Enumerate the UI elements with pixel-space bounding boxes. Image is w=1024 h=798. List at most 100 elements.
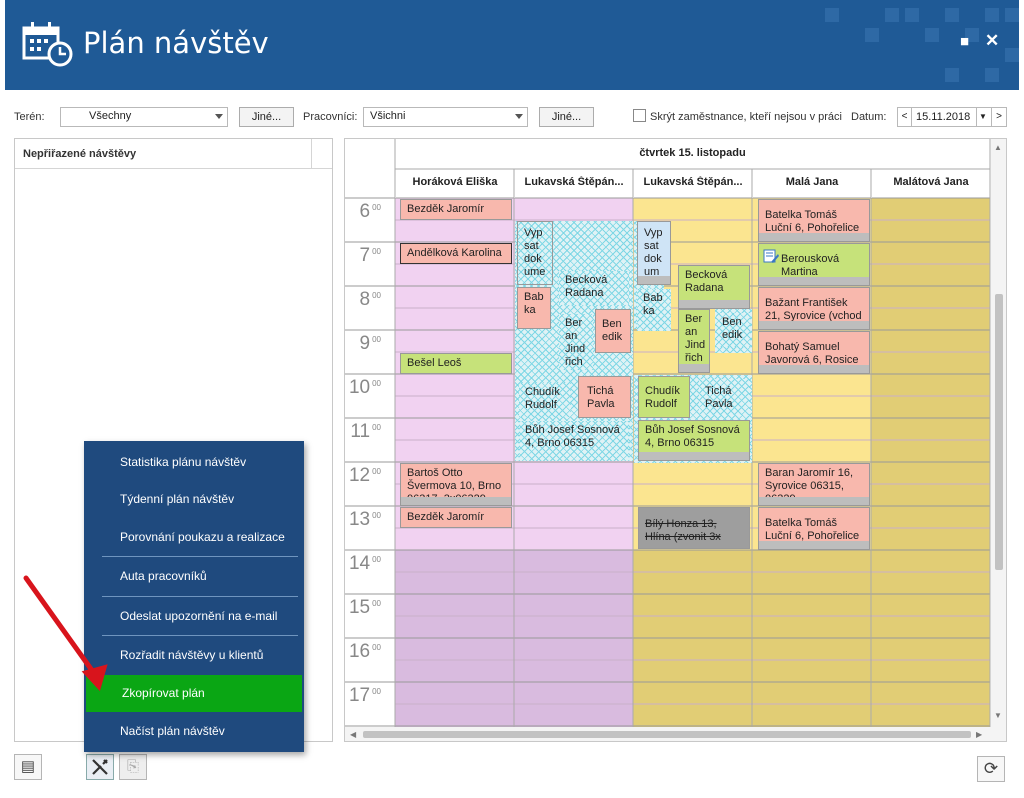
appointment-text: Ber an Jind řich — [685, 313, 706, 364]
appointment[interactable]: Chudík Rudolf — [519, 383, 571, 417]
menu-separator — [102, 635, 298, 636]
date-value: 15.11.2018 — [916, 111, 971, 123]
menu-item-nacist[interactable]: Načíst plán návštěv — [84, 713, 304, 749]
appointment[interactable]: Ber an Jind řich — [678, 309, 710, 373]
appointment[interactable]: Batelka Tomáš Luční 6, Pohořelice — [758, 199, 870, 242]
hour-label: 7 00 — [345, 245, 381, 267]
appointment[interactable]: Bezděk Jaromír — [400, 199, 512, 220]
appointment[interactable]: Chudík Rudolf — [638, 376, 690, 418]
appointment[interactable]: Bůh Josef Sosnová 4, Brno 06315 — [638, 420, 750, 461]
appointment[interactable]: Bartoš Otto Švermova 10, Brno 06317, 3x0… — [400, 463, 512, 506]
appointment[interactable]: Ben edik — [595, 309, 631, 353]
column-header[interactable]: Horáková Eliška — [395, 176, 514, 198]
scroll-thumb-h[interactable] — [363, 731, 971, 738]
menu-item-zkopirovat[interactable]: Zkopírovat plán — [86, 675, 302, 712]
menu-item-tydenni-plan[interactable]: Týdenní plán návštěv — [84, 481, 304, 517]
arrow-annotation — [23, 575, 108, 692]
scroll-left-icon[interactable]: ◀ — [350, 730, 356, 739]
appointment[interactable]: Becková Radana — [678, 265, 750, 309]
tools-icon-svg — [92, 759, 108, 775]
appointment[interactable]: Andělková Karolina — [400, 243, 512, 264]
appointment[interactable]: Bab ka — [517, 287, 551, 329]
title-bar: Plán návštěv ■ ✕ — [5, 0, 1019, 90]
column-header[interactable]: Lukavská Štěpán... — [633, 176, 752, 198]
date-picker[interactable]: < 15.11.2018 ▼ > — [897, 107, 1007, 127]
hour-label: 14 00 — [345, 553, 381, 575]
hour-value: 16 — [348, 641, 371, 662]
appointment[interactable]: Bažant František 21, Syrovice (vchod — [758, 287, 870, 330]
minute-value: 00 — [372, 555, 381, 564]
scroll-down-icon[interactable]: ▼ — [994, 711, 1002, 720]
chevron-down-icon — [515, 114, 523, 119]
column-header[interactable]: Lukavská Štěpán... — [514, 176, 633, 198]
appointment[interactable]: Tichá Pavla — [578, 376, 631, 418]
minute-value: 00 — [372, 599, 381, 608]
unassigned-visits-header: Nepřiřazené návštěvy — [15, 139, 332, 169]
hide-employees-label: Skrýt zaměstnance, kteří nejsou v práci — [650, 111, 842, 123]
hour-value: 15 — [348, 597, 371, 618]
teren-other-button[interactable]: Jiné... — [239, 107, 294, 127]
appointment[interactable]: Bešel Leoš — [400, 353, 512, 374]
unassigned-visits-title: Nepřiřazené návštěvy — [23, 148, 137, 160]
vertical-scrollbar[interactable]: ▲ ▼ — [991, 139, 1006, 741]
appointment[interactable]: Bab ka — [637, 289, 671, 331]
scroll-up-icon[interactable]: ▲ — [994, 143, 1002, 152]
appointment-text: Bažant František 21, Syrovice (vchod — [765, 297, 862, 322]
appointment[interactable]: Tichá Pavla — [699, 379, 749, 415]
maximize-icon[interactable]: ■ — [960, 33, 969, 50]
hour-label: 10 00 — [345, 377, 381, 399]
scroll-right-icon[interactable]: ▶ — [976, 730, 982, 739]
column-header[interactable]: Malátová Jana — [871, 176, 990, 198]
hour-label: 11 00 — [345, 421, 381, 443]
appointment[interactable]: Ber an Jind řich — [559, 314, 593, 370]
calendar-grid[interactable]: čtvrtek 15. listopadu Horáková Eliška Lu… — [344, 138, 1007, 742]
hour-value: 17 — [348, 685, 371, 706]
calendar-clock-icon — [22, 22, 73, 67]
menu-item-porovnani[interactable]: Porovnání poukazu a realizace — [84, 519, 304, 555]
pracovnici-other-button[interactable]: Jiné... — [539, 107, 594, 127]
hour-label: 12 00 — [345, 465, 381, 487]
close-icon[interactable]: ✕ — [985, 31, 999, 51]
chevron-down-icon — [215, 114, 223, 119]
hour-label: 13 00 — [345, 509, 381, 531]
appointment[interactable]: Baran Jaromír 16, Syrovice 06315, 06329 — [758, 463, 870, 506]
appointment[interactable]: Vyp sat dok um — [637, 221, 671, 285]
appointment-text: Batelka Tomáš Luční 6, Pohořelice — [765, 517, 860, 542]
appointment-text: Vyp sat dok um — [644, 227, 663, 278]
hour-label: 17 00 — [345, 685, 381, 707]
hour-value: 11 — [350, 421, 371, 442]
appointment[interactable]: Berousková Martina — [758, 243, 870, 286]
scroll-thumb[interactable] — [995, 294, 1003, 570]
hide-employees-checkbox[interactable] — [633, 109, 646, 122]
hour-value: 9 — [359, 333, 371, 354]
appointment[interactable]: Vyp sat dok ume — [517, 221, 553, 285]
date-dropdown-icon[interactable]: ▼ — [976, 108, 989, 126]
refresh-icon[interactable]: ⟳ — [977, 756, 1005, 782]
minute-value: 00 — [372, 511, 381, 520]
tools-icon[interactable] — [86, 754, 114, 780]
minute-value: 00 — [372, 203, 381, 212]
appointment[interactable]: Bílý Honza 13, Hlína (zvonit 3x — [638, 507, 750, 549]
teren-label: Terén: — [14, 111, 45, 123]
menu-item-statistika[interactable]: Statistika plánu návštěv — [84, 444, 304, 480]
horizontal-scrollbar[interactable]: ◀ ▶ — [345, 727, 991, 741]
appointment[interactable]: Bůh Josef Sosnová 4, Brno 06315 — [519, 421, 629, 461]
next-date-button[interactable]: > — [991, 108, 1006, 126]
appointment[interactable]: Bohatý Samuel Javorová 6, Rosice — [758, 331, 870, 374]
hour-label: 8 00 — [345, 289, 381, 311]
edit-note-icon — [763, 249, 779, 263]
teren-select[interactable]: Všechny — [60, 107, 228, 127]
pracovnici-select[interactable]: Všichni — [363, 107, 528, 127]
column-header[interactable]: Malá Jana — [752, 176, 871, 198]
print-icon[interactable]: ▤ — [14, 754, 42, 780]
appointment[interactable]: Bezděk Jaromír — [400, 507, 512, 528]
prev-date-button[interactable]: < — [898, 108, 912, 126]
window-title: Plán návštěv — [83, 26, 269, 60]
day-title: čtvrtek 15. listopadu — [639, 147, 746, 159]
appointment[interactable]: Ben edik — [716, 313, 750, 347]
appointment[interactable]: Batelka Tomáš Luční 6, Pohořelice — [758, 507, 870, 550]
minute-value: 00 — [372, 423, 381, 432]
minute-value: 00 — [372, 379, 381, 388]
export-icon[interactable]: ⎘ — [119, 754, 147, 780]
appointment[interactable]: Becková Radana — [559, 271, 629, 305]
